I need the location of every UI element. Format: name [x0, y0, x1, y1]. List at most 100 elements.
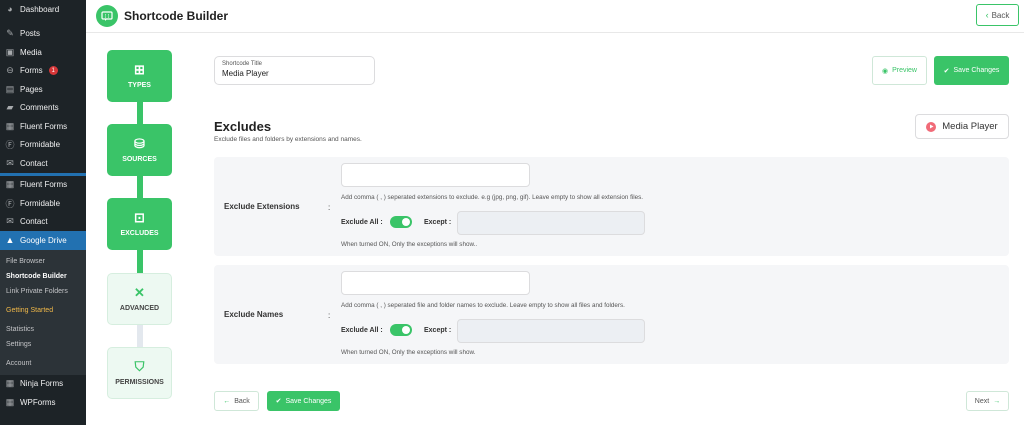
toggle-knob — [402, 218, 410, 226]
submenu-statistics[interactable]: Statistics — [0, 322, 86, 337]
comments-icon: ▰ — [6, 102, 14, 113]
formidable-icon: Ⓕ — [5, 140, 15, 151]
back-button-top[interactable]: ‹ Back — [976, 4, 1019, 26]
label-colon: : — [328, 311, 331, 320]
shortcode-title-field[interactable]: Shortcode Title Media Player — [214, 56, 375, 85]
submenu-shortcode-builder[interactable]: Shortcode Builder — [0, 269, 86, 284]
submenu-account[interactable]: Account — [0, 356, 86, 371]
menu-wpforms[interactable]: ▦ WPForms — [0, 393, 86, 412]
exclude-all-label: Exclude All : — [341, 219, 383, 226]
menu-ninja-forms[interactable]: ▦ Ninja Forms — [0, 375, 86, 394]
arrow-left-icon: ← — [223, 397, 231, 405]
menu-posts[interactable]: ✎ Posts — [0, 25, 86, 44]
svg-text:[ ]: [ ] — [105, 14, 110, 19]
save-changes-button-top[interactable]: ✔ Save Changes — [934, 56, 1009, 85]
wp-admin-sidebar: ◕ Dashboard ✎ Posts ▣ Media ⊖ Forms 1 ▤ Pages … — [0, 0, 86, 425]
section-title: Excludes — [214, 119, 272, 134]
types-icon: ⊞ — [134, 62, 145, 77]
dashboard-icon: ◕ — [7, 4, 13, 15]
steps-sidebar: ⊞ TYPES ⛁ SOURCES ⊡ EXCLUDES ✕ ADVANCED … — [86, 33, 193, 425]
submenu-settings[interactable]: Settings — [0, 337, 86, 352]
exclude-names-label: Exclude Names — [224, 310, 284, 319]
menu-dashboard[interactable]: ◕ Dashboard — [0, 0, 86, 19]
exclude-extensions-label: Exclude Extensions — [224, 202, 300, 211]
step-advanced[interactable]: ✕ ADVANCED — [107, 273, 172, 325]
exclude-names-card: Exclude Names : Add comma ( , ) seperate… — [214, 265, 1009, 364]
preview-button[interactable]: ◉ Preview — [872, 56, 927, 85]
shortcode-title-value[interactable]: Media Player — [222, 69, 367, 78]
menu-forms[interactable]: ⊖ Forms 1 — [0, 62, 86, 81]
step-connector — [137, 176, 143, 198]
submenu-getting-started[interactable]: Getting Started — [0, 303, 86, 318]
media-icon: ▣ — [5, 46, 15, 57]
app-header: [ ] Shortcode Builder ‹ Back — [86, 0, 1024, 33]
menu-formidable[interactable]: Ⓕ Formidable — [0, 136, 86, 155]
exclude-names-help: Add comma ( , ) seperated file and folde… — [341, 302, 625, 309]
eye-icon: ◉ — [881, 67, 889, 75]
check-icon: ✔ — [943, 67, 950, 75]
section-description: Exclude files and folders by extensions … — [214, 136, 362, 143]
exclude-names-input[interactable] — [341, 271, 530, 295]
shortcode-builder-logo-icon: [ ] — [96, 5, 118, 27]
step-connector — [137, 250, 143, 274]
step-types[interactable]: ⊞ TYPES — [107, 50, 172, 102]
back-button-bottom[interactable]: ← Back — [214, 391, 259, 411]
save-changes-button-bottom[interactable]: ✔ Save Changes — [267, 391, 340, 411]
except-extensions-input[interactable] — [457, 211, 645, 235]
except-names-input[interactable] — [457, 319, 645, 343]
page-title: Shortcode Builder — [124, 9, 229, 23]
except-label: Except : — [424, 327, 452, 334]
menu-pages[interactable]: ▤ Pages — [0, 80, 86, 99]
google-drive-icon: ▲ — [5, 235, 15, 246]
step-connector — [137, 324, 143, 348]
step-excludes[interactable]: ⊡ EXCLUDES — [107, 198, 172, 250]
wpforms-icon: ▦ — [5, 396, 15, 407]
exclude-all-extensions-toggle[interactable] — [390, 216, 412, 228]
forms-icon: ⊖ — [6, 65, 14, 76]
exclude-extensions-input[interactable] — [341, 163, 530, 187]
exclude-names-note: When turned ON, Only the exceptions will… — [341, 349, 476, 356]
exclude-all-label: Exclude All : — [341, 327, 383, 334]
menu-contact-2[interactable]: ✉ Contact — [0, 213, 86, 232]
except-label: Except : — [424, 219, 452, 226]
shield-icon: ⛉ — [134, 359, 145, 374]
menu-fluent-forms-2[interactable]: ▦ Fluent Forms — [0, 176, 86, 195]
menu-comments[interactable]: ▰ Comments — [0, 99, 86, 118]
chevron-left-icon: ‹ — [985, 10, 989, 20]
submenu-file-browser[interactable]: File Browser — [0, 254, 86, 269]
fluent-forms-icon: ▦ — [5, 120, 15, 131]
menu-media[interactable]: ▣ Media — [0, 43, 86, 62]
mail-icon: ✉ — [6, 216, 14, 227]
google-drive-submenu: File Browser Shortcode Builder Link Priv… — [0, 249, 86, 375]
step-sources[interactable]: ⛁ SOURCES — [107, 124, 172, 176]
forms-count-badge: 1 — [48, 66, 58, 76]
arrow-right-icon: → — [993, 397, 1001, 405]
menu-contact[interactable]: ✉ Contact — [0, 154, 86, 173]
shortcode-title-label: Shortcode Title — [222, 61, 263, 67]
formidable-icon: Ⓕ — [5, 198, 15, 209]
fluent-forms-icon: ▦ — [5, 179, 15, 190]
ninja-forms-icon: ▦ — [5, 378, 15, 389]
exclude-extensions-note: When turned ON, Only the exceptions will… — [341, 241, 478, 248]
tools-icon: ✕ — [134, 285, 145, 300]
database-icon: ⛁ — [134, 136, 145, 151]
next-button[interactable]: Next → — [966, 391, 1009, 411]
mail-icon: ✉ — [6, 157, 14, 168]
excludes-icon: ⊡ — [134, 210, 145, 225]
menu-google-drive[interactable]: ▲ Google Drive — [0, 231, 86, 250]
label-colon: : — [328, 203, 331, 212]
exclude-extensions-help: Add comma ( , ) seperated extensions to … — [341, 194, 644, 201]
exclude-extensions-card: Exclude Extensions : Add comma ( , ) sep… — [214, 157, 1009, 256]
menu-fluent-forms[interactable]: ▦ Fluent Forms — [0, 117, 86, 136]
main-panel: Shortcode Title Media Player ◉ Preview ✔… — [193, 33, 1024, 425]
module-type-button[interactable]: Media Player — [915, 114, 1009, 139]
play-icon — [926, 121, 937, 132]
toggle-knob — [402, 326, 410, 334]
check-icon: ✔ — [275, 398, 282, 405]
step-permissions[interactable]: ⛉ PERMISSIONS — [107, 347, 172, 399]
exclude-all-names-toggle[interactable] — [390, 324, 412, 336]
submenu-link-private-folders[interactable]: Link Private Folders — [0, 284, 86, 299]
pin-icon: ✎ — [6, 28, 14, 39]
pages-icon: ▤ — [5, 83, 15, 94]
menu-formidable-2[interactable]: Ⓕ Formidable — [0, 194, 86, 213]
